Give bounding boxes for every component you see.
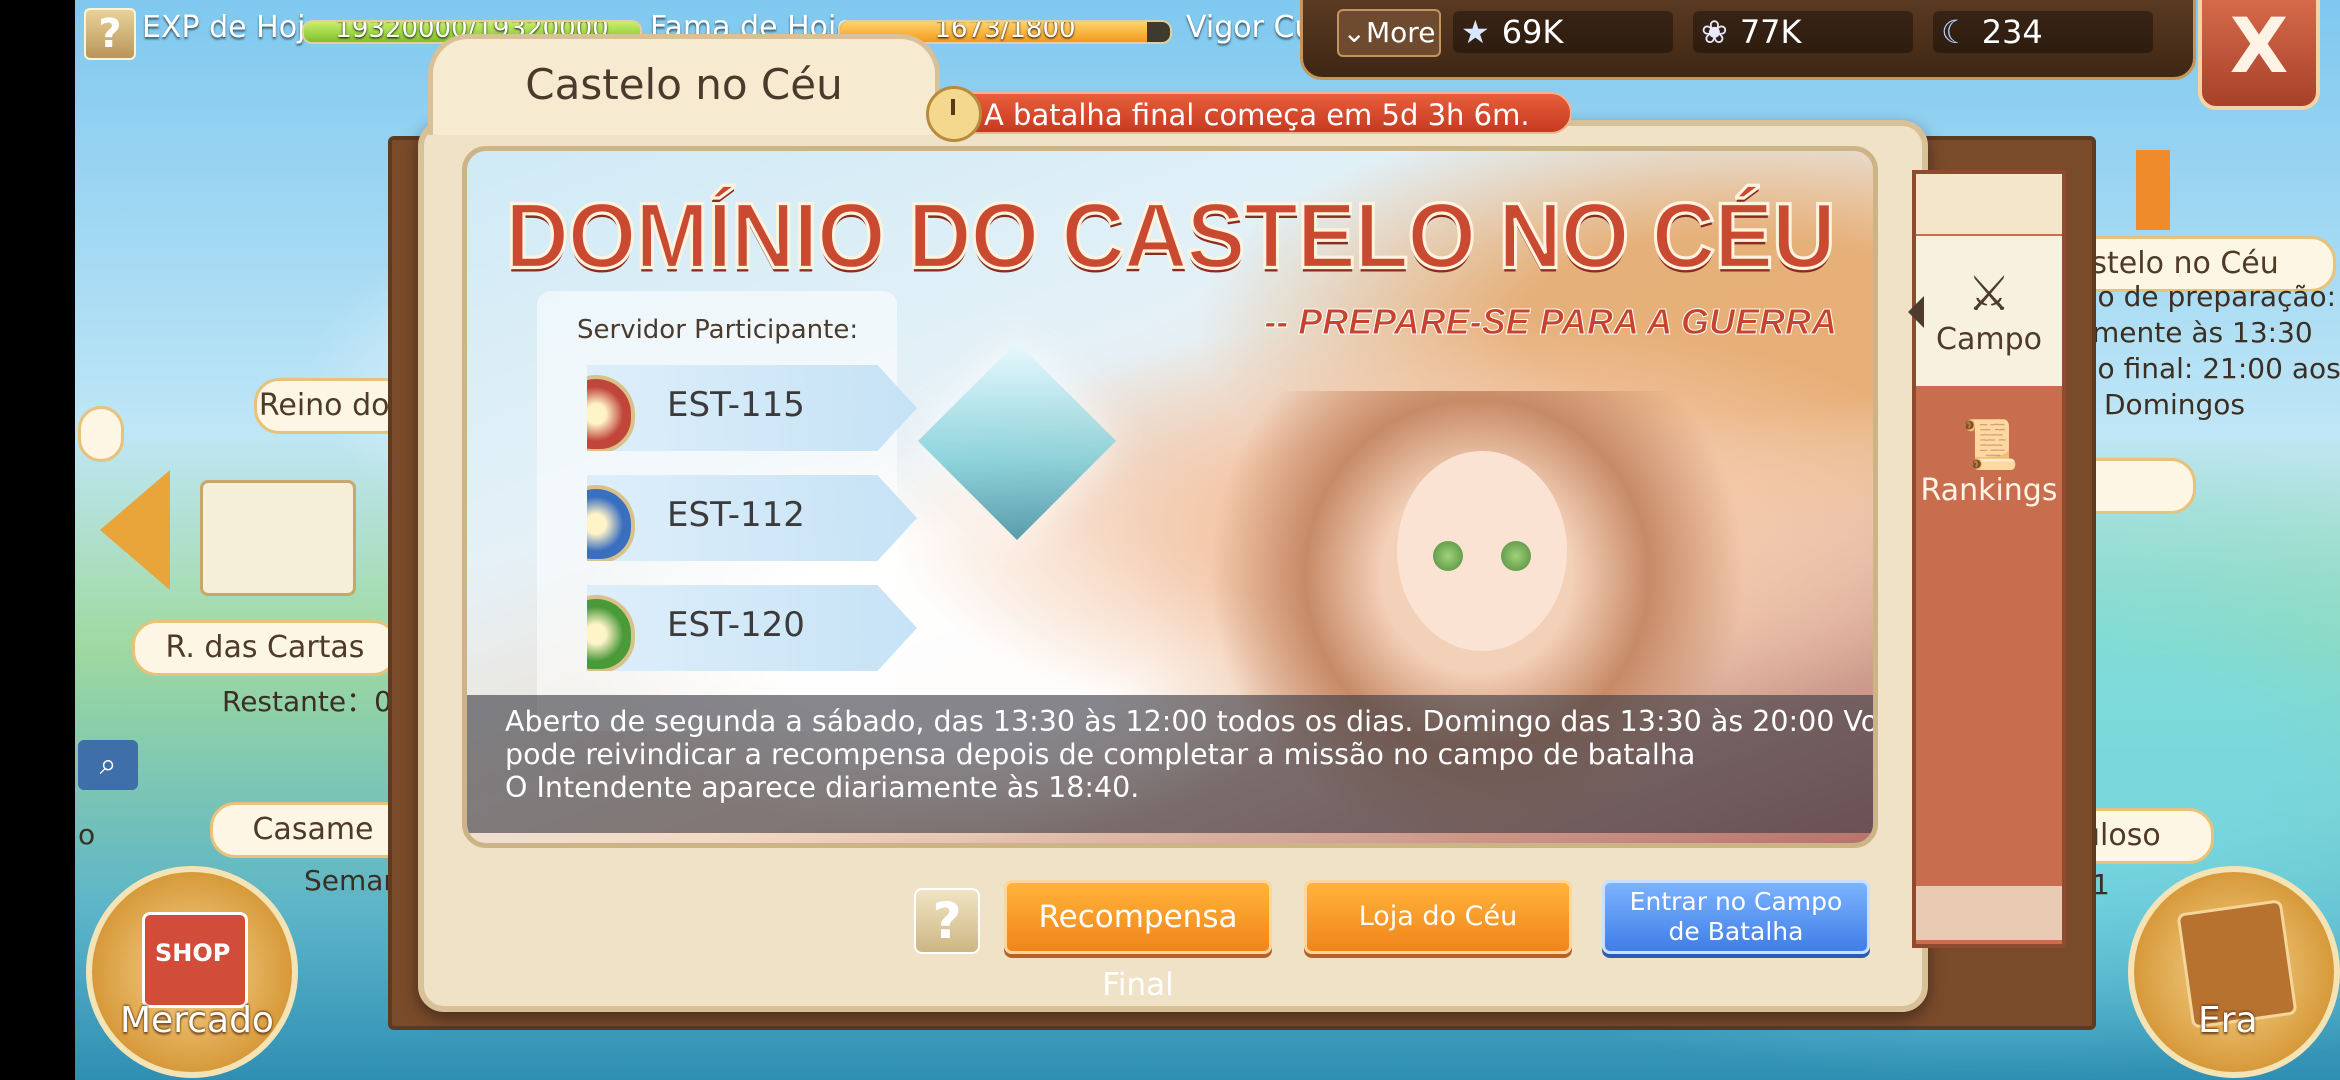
tab-campo-label: Campo [1936,322,2042,357]
help-button[interactable]: ? [914,888,980,954]
shell-value: 77K [1739,13,1802,51]
cartas-label[interactable]: R. das Cartas [132,620,398,676]
left-letterbox [0,0,75,1080]
tab-campo[interactable]: ⚔ Campo [1916,236,2062,386]
arrow-down-icon [2136,150,2170,230]
swords-icon: ⚔ [1967,266,2011,322]
battle-timer: A batalha final começa em 5d 3h 6m. [930,92,1572,134]
resource-moon-gem[interactable]: ☾ 234 [1933,11,2153,53]
right-line-2: mente às 13:30 [2092,316,2313,349]
server-name: EST-112 [667,495,805,535]
side-tabs-ornament-bottom [1916,886,2062,940]
description-line: Aberto de segunda a sábado, das 13:30 às… [505,705,1878,738]
resource-star[interactable]: ★ 69K [1453,11,1673,53]
close-icon: X [2229,1,2289,90]
right-line-4: Domingos [2104,388,2245,421]
enter-battlefield-button[interactable]: Entrar no Campo de Batalha [1602,880,1870,954]
star-value: 69K [1501,13,1564,51]
tab-pointer-icon [1908,296,1924,328]
resource-panel: ⌄More ★ 69K ❀ 77K ☾ 234 [1300,0,2196,80]
crystal-icon [918,342,1116,540]
right-line-3: gio final: 21:00 aos [2072,352,2340,385]
shop-icon: SHOP [142,912,248,1008]
shell-icon: ❀ [1701,13,1728,51]
server-name: EST-115 [667,385,805,425]
event-banner: DOMÍNIO DO CASTELO NO CÉU -- PREPARE-SE … [462,146,1878,848]
arrow-left-icon[interactable] [100,470,170,590]
eye-right [1501,541,1531,571]
side-tabs-ornament [1916,174,2062,234]
servers-label: Servidor Participante: [577,315,859,345]
server-row: EST-115 [587,365,917,451]
star-icon: ★ [1461,13,1490,51]
shop-sign: SHOP [155,939,231,967]
shield-icon [587,595,635,671]
left-o-label: o [78,818,96,851]
exp-label: EXP de Hoje [142,10,324,45]
tab-rankings[interactable]: 📜 Rankings [1916,400,2062,540]
dialog-title-tab: Castelo no Céu [428,34,940,135]
moon-gem-value: 234 [1981,13,2043,51]
left-edge-pill [78,406,124,462]
description-line: pode reivindicar a recompensa depois de … [505,738,1696,771]
era-label: Era [2198,1000,2258,1041]
chevron-down-icon: ⌄ [1342,16,1367,49]
right-line-1: gio de preparação: [2072,280,2337,313]
more-button[interactable]: ⌄More [1337,9,1441,57]
heroine-face [1397,451,1567,651]
close-button[interactable]: X [2198,0,2320,110]
era-button[interactable] [2128,866,2340,1078]
final-reward-button[interactable]: Recompensa Final [1004,880,1272,1003]
banner-subtitle: -- PREPARE-SE PARA A GUERRA [1264,301,1838,343]
servers-panel: Servidor Participante: EST-115 EST-112 E… [537,291,917,731]
shield-icon [587,375,635,451]
moon-gem-icon: ☾ [1941,13,1970,51]
help-icon[interactable]: ? [84,8,136,60]
event-description: Aberto de segunda a sábado, das 13:30 às… [467,695,1873,833]
clock-icon [926,86,982,142]
search-icon[interactable]: ⌕ [78,740,138,790]
resource-shell[interactable]: ❀ 77K [1693,11,1913,53]
reino-label[interactable]: Reino dos [254,378,410,434]
restante-label: Restante：0 [222,685,392,718]
casamento-label[interactable]: Casame [210,802,416,858]
sky-shop-button[interactable]: Loja do Céu [1304,880,1572,954]
vigor-label: Vigor Cu [1186,10,1314,45]
eye-left [1433,541,1463,571]
description-line: O Intendente aparece diariamente às 18:4… [505,771,1140,804]
mercado-button[interactable]: SHOP [86,866,298,1078]
shield-icon [587,485,635,561]
mercado-label: Mercado [120,1000,274,1041]
tab-rankings-label: Rankings [1920,473,2058,508]
server-row: EST-112 [587,475,917,561]
card-book-icon[interactable] [200,480,356,596]
more-label: More [1366,16,1436,49]
server-name: EST-120 [667,605,805,645]
side-tabs: ⚔ Campo 📜 Rankings [1908,170,2066,948]
scroll-icon: 📜 [1959,417,2019,473]
server-row: EST-120 [587,585,917,671]
banner-title: DOMÍNIO DO CASTELO NO CÉU [504,182,1837,289]
